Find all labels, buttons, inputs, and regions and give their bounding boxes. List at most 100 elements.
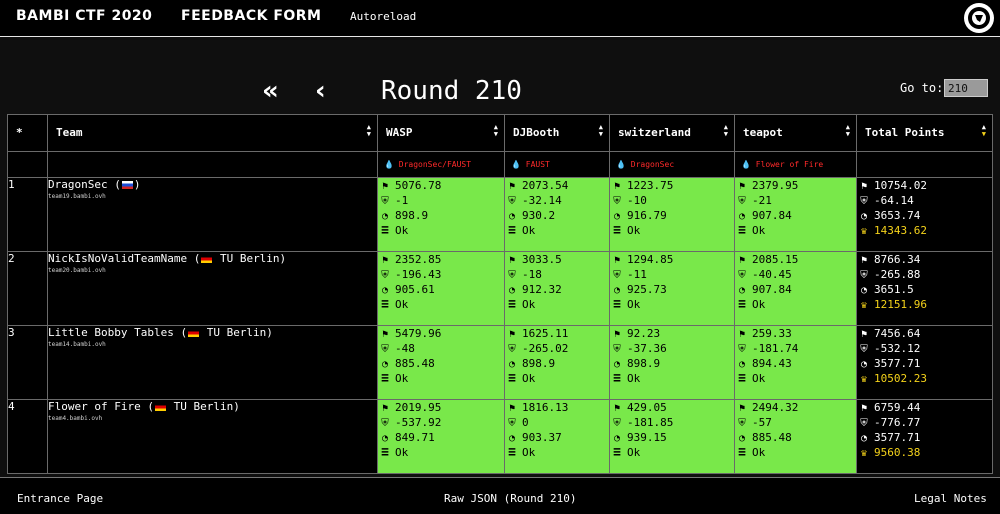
sort-icon[interactable]: ▲ ▼ bbox=[599, 124, 603, 138]
goto-round-input[interactable] bbox=[944, 79, 988, 97]
sla-points: 905.61 bbox=[395, 283, 435, 296]
gauge-icon bbox=[858, 357, 872, 372]
table-row: 3 Little Bobby Tables ( TU Berlin) team1… bbox=[7, 325, 993, 400]
service-header-wasp[interactable]: WASP ▲ ▼ bbox=[377, 114, 505, 152]
defense-points: -48 bbox=[395, 342, 415, 355]
gauge-icon bbox=[611, 431, 625, 446]
defense-points: -181.74 bbox=[752, 342, 799, 355]
attack-points: 1816.13 bbox=[522, 401, 569, 414]
service-status: Ok bbox=[522, 298, 536, 311]
service-status: Ok bbox=[395, 224, 409, 237]
service-cell: 259.33 -181.74 894.43 Ok bbox=[734, 325, 857, 400]
service-header-djbooth[interactable]: DJBooth ▲ ▼ bbox=[504, 114, 610, 152]
service-status: Ok bbox=[395, 298, 409, 311]
service-status: Ok bbox=[522, 372, 536, 385]
first-blood-switzerland: 💧 DragonSec bbox=[616, 160, 675, 169]
first-blood-teapot: 💧 Flower of Fire bbox=[741, 160, 824, 169]
status-icon bbox=[611, 445, 625, 461]
brand-title[interactable]: BAMBI CTF 2020 bbox=[16, 8, 152, 24]
sort-icon[interactable]: ▲ ▼ bbox=[982, 124, 986, 138]
country-flag-icon bbox=[121, 181, 133, 189]
flag-icon bbox=[506, 253, 520, 268]
shield-icon bbox=[611, 342, 625, 357]
team-header[interactable]: Team ▲ ▼ bbox=[47, 114, 378, 152]
team-name[interactable]: NickIsNoValidTeamName ( TU Berlin) bbox=[49, 253, 377, 266]
shield-icon bbox=[736, 194, 750, 209]
sla-points: 894.43 bbox=[752, 357, 792, 370]
flag-icon bbox=[611, 327, 625, 342]
service-cell: 1625.11 -265.02 898.9 Ok bbox=[504, 325, 610, 400]
double-chevron-left-icon[interactable]: « bbox=[262, 76, 279, 106]
flag-icon bbox=[611, 401, 625, 416]
team-name[interactable]: Little Bobby Tables ( TU Berlin) bbox=[49, 327, 377, 340]
gauge-icon bbox=[506, 357, 520, 372]
sla-points: 907.84 bbox=[752, 283, 792, 296]
defense-points: -57 bbox=[752, 416, 772, 429]
attack-points: 1625.11 bbox=[522, 327, 569, 340]
service-cell: 2019.95 -537.92 849.71 Ok bbox=[377, 399, 505, 474]
service-header-switzerland[interactable]: switzerland ▲ ▼ bbox=[609, 114, 735, 152]
status-icon bbox=[611, 371, 625, 387]
attack-points: 429.05 bbox=[627, 401, 667, 414]
autoreload-toggle[interactable]: Autoreload bbox=[350, 10, 416, 23]
team-name[interactable]: Flower of Fire ( TU Berlin) bbox=[49, 401, 377, 414]
sla-points: 885.48 bbox=[395, 357, 435, 370]
defense-points: -196.43 bbox=[395, 268, 442, 281]
service-header-teapot[interactable]: teapot ▲ ▼ bbox=[734, 114, 857, 152]
rank-cell: 4 bbox=[7, 399, 48, 474]
defense-points: -537.92 bbox=[395, 416, 442, 429]
flag-icon bbox=[858, 253, 872, 268]
flag-icon bbox=[506, 179, 520, 194]
trophy-icon bbox=[858, 224, 872, 239]
status-icon bbox=[736, 445, 750, 461]
country-flag-icon bbox=[188, 329, 200, 337]
sort-icon[interactable]: ▲ ▼ bbox=[724, 124, 728, 138]
team-name[interactable]: DragonSec () bbox=[49, 179, 377, 192]
sla-points: 907.84 bbox=[752, 209, 792, 222]
service-cell: 2073.54 -32.14 930.2 Ok bbox=[504, 177, 610, 252]
chevron-left-icon[interactable]: ‹ bbox=[315, 76, 326, 106]
attack-points: 1294.85 bbox=[627, 253, 674, 266]
trophy-icon bbox=[858, 446, 872, 461]
sort-icon[interactable]: ▲ ▼ bbox=[367, 124, 371, 138]
trophy-icon bbox=[858, 298, 872, 313]
service-cell: 3033.5 -18 912.32 Ok bbox=[504, 251, 610, 326]
flag-icon bbox=[506, 327, 520, 342]
total-points-header[interactable]: Total Points ▲ ▼ bbox=[856, 114, 993, 152]
service-status: Ok bbox=[522, 224, 536, 237]
attack-points: 2073.54 bbox=[522, 179, 569, 192]
defense-points: -265.02 bbox=[522, 342, 569, 355]
gauge-icon bbox=[611, 283, 625, 298]
service-status: Ok bbox=[627, 224, 641, 237]
sort-icon[interactable]: ▲ ▼ bbox=[846, 124, 850, 138]
attack-points: 2085.15 bbox=[752, 253, 799, 266]
team-host: team4.bambi.ovh bbox=[48, 415, 103, 422]
goto-label: Go to: bbox=[900, 81, 944, 95]
sort-icon[interactable]: ▲ ▼ bbox=[494, 124, 498, 138]
flag-icon bbox=[858, 179, 872, 194]
shield-icon bbox=[736, 416, 750, 431]
raw-json-link[interactable]: Raw JSON (Round 210) bbox=[444, 492, 576, 505]
rank-cell: 3 bbox=[7, 325, 48, 400]
status-icon bbox=[736, 371, 750, 387]
feedback-form-link[interactable]: FEEDBACK FORM bbox=[181, 8, 322, 24]
country-flag-icon bbox=[154, 403, 166, 411]
total-cell: 7456.64 -532.12 3577.71 10502.23 bbox=[856, 325, 993, 400]
enowars-logo[interactable] bbox=[963, 2, 995, 34]
gauge-icon bbox=[506, 209, 520, 224]
status-icon bbox=[379, 223, 393, 239]
flag-icon bbox=[379, 401, 393, 416]
flag-icon bbox=[379, 327, 393, 342]
entrance-page-link[interactable]: Entrance Page bbox=[17, 492, 103, 505]
legal-notes-link[interactable]: Legal Notes bbox=[914, 492, 987, 505]
total-score: 14343.62 bbox=[874, 224, 927, 237]
first-blood-wasp: 💧 DragonSec/FAUST bbox=[384, 160, 472, 169]
table-row: 1 DragonSec () team19.bambi.ovh 5076.78 … bbox=[7, 177, 993, 252]
status-icon bbox=[379, 371, 393, 387]
status-icon bbox=[506, 297, 520, 313]
total-sla: 3577.71 bbox=[874, 431, 921, 444]
shield-icon bbox=[736, 268, 750, 283]
flag-icon bbox=[506, 401, 520, 416]
sla-points: 898.9 bbox=[522, 357, 556, 370]
team-host: team14.bambi.ovh bbox=[48, 341, 106, 348]
